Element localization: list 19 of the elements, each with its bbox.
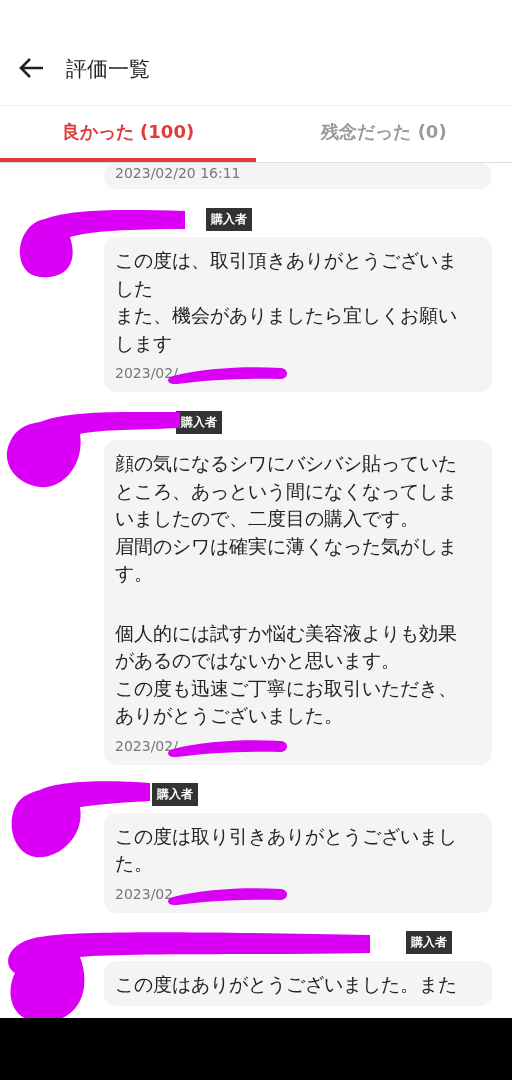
review-text: 個人的には試すか悩む美容液よりも効果があるのではないかと思います。 (115, 620, 458, 674)
buyer-badge: 購入者 (406, 931, 452, 954)
back-arrow-icon[interactable] (18, 57, 44, 79)
review-text: この度は、取引頂きありがとうございました (115, 248, 458, 302)
review-date: 2023/02/20 16:11 (115, 165, 242, 181)
review-text: この度も迅速ご丁寧にお取引いただき、ありがとうございました。 (115, 675, 458, 729)
tab[interactable]: 残念だった (0) (256, 106, 512, 162)
review-text: この度は取り引きありがとうございました。 (115, 823, 458, 877)
review-date: 2023/02/ (115, 365, 178, 381)
buyer-badge: 購入者 (176, 410, 222, 434)
review-date: 2023/02 (115, 885, 174, 902)
page-title: 評価一覧 (66, 56, 150, 83)
review-date: 2023/02/ (115, 737, 178, 754)
buyer-badge: 購入者 (206, 207, 252, 231)
review-text: また、機会がありましたら宜しくお願いします (115, 303, 458, 357)
buyer-badge: 購入者 (152, 783, 198, 806)
review-text: この度はありがとうございました。また (115, 971, 458, 998)
review-text: 眉間のシワは確実に薄くなった気がします。 (115, 533, 458, 587)
review-text: 顔の気になるシワにバシバシ貼っていたところ、あっという間になくなってしまいましたので、二度目の購入です。 (115, 451, 458, 532)
